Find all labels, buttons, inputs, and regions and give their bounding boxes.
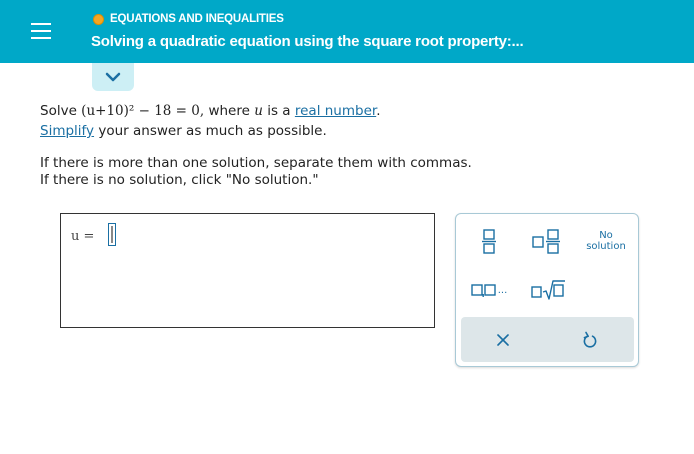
action-bar [461, 317, 634, 362]
fraction-icon [482, 229, 496, 254]
answer-input[interactable] [108, 223, 116, 246]
instruction-no-solution: If there is no solution, click "No solut… [40, 172, 319, 188]
fraction-button[interactable] [476, 226, 502, 256]
problem-line-1: Solve (u+10)² − 18 = 0, where u is a rea… [40, 101, 381, 121]
simplify-rest-text: your answer as much as possible. [98, 123, 327, 139]
period: . [376, 103, 381, 119]
list-separator-button[interactable]: ... [468, 278, 510, 302]
no-solution-button[interactable]: No solution [580, 226, 632, 256]
clear-button[interactable] [483, 317, 523, 362]
square-root-button[interactable] [528, 276, 568, 304]
equation: (u+10)² − 18 = 0, [81, 103, 205, 119]
answer-label: u = [71, 229, 95, 244]
is-a-label: is a [267, 103, 291, 119]
topic-label: EQUATIONS AND INEQUALITIES [110, 13, 284, 25]
collapse-header-button[interactable] [92, 63, 134, 91]
simplify-link[interactable]: Simplify [40, 123, 94, 139]
chevron-down-icon [105, 72, 121, 82]
no-solution-label-line2: solution [586, 241, 626, 252]
real-number-link[interactable]: real number [295, 103, 376, 119]
no-solution-label-line1: No [599, 230, 613, 241]
list-ellipsis: ... [497, 284, 508, 296]
problem-statement: Solve (u+10)² − 18 = 0, where u is a rea… [40, 101, 381, 141]
instructions: If there is more than one solution, sepa… [40, 155, 472, 189]
close-icon [497, 333, 509, 346]
topic-status-dot-icon [93, 13, 104, 25]
problem-line-2: Simplify your answer as much as possible… [40, 121, 381, 141]
math-keypad: No solution ... [455, 213, 639, 367]
undo-icon [583, 331, 597, 348]
page-title: Solving a quadratic equation using the s… [91, 33, 524, 50]
mixed-number-icon [532, 229, 560, 254]
hamburger-menu-icon[interactable] [31, 22, 51, 40]
undo-button[interactable] [570, 317, 610, 362]
answer-box[interactable]: u = [60, 213, 435, 328]
mixed-number-button[interactable] [528, 226, 564, 256]
square-root-icon [531, 280, 565, 300]
header-bar: EQUATIONS AND INEQUALITIES Solving a qua… [0, 0, 694, 63]
instruction-multiple-solutions: If there is more than one solution, sepa… [40, 155, 472, 171]
where-label: where [208, 103, 250, 119]
solve-label: Solve [40, 103, 77, 119]
list-boxes-icon [471, 284, 496, 297]
variable-u: u [254, 103, 263, 119]
topic-line: EQUATIONS AND INEQUALITIES [93, 13, 284, 25]
